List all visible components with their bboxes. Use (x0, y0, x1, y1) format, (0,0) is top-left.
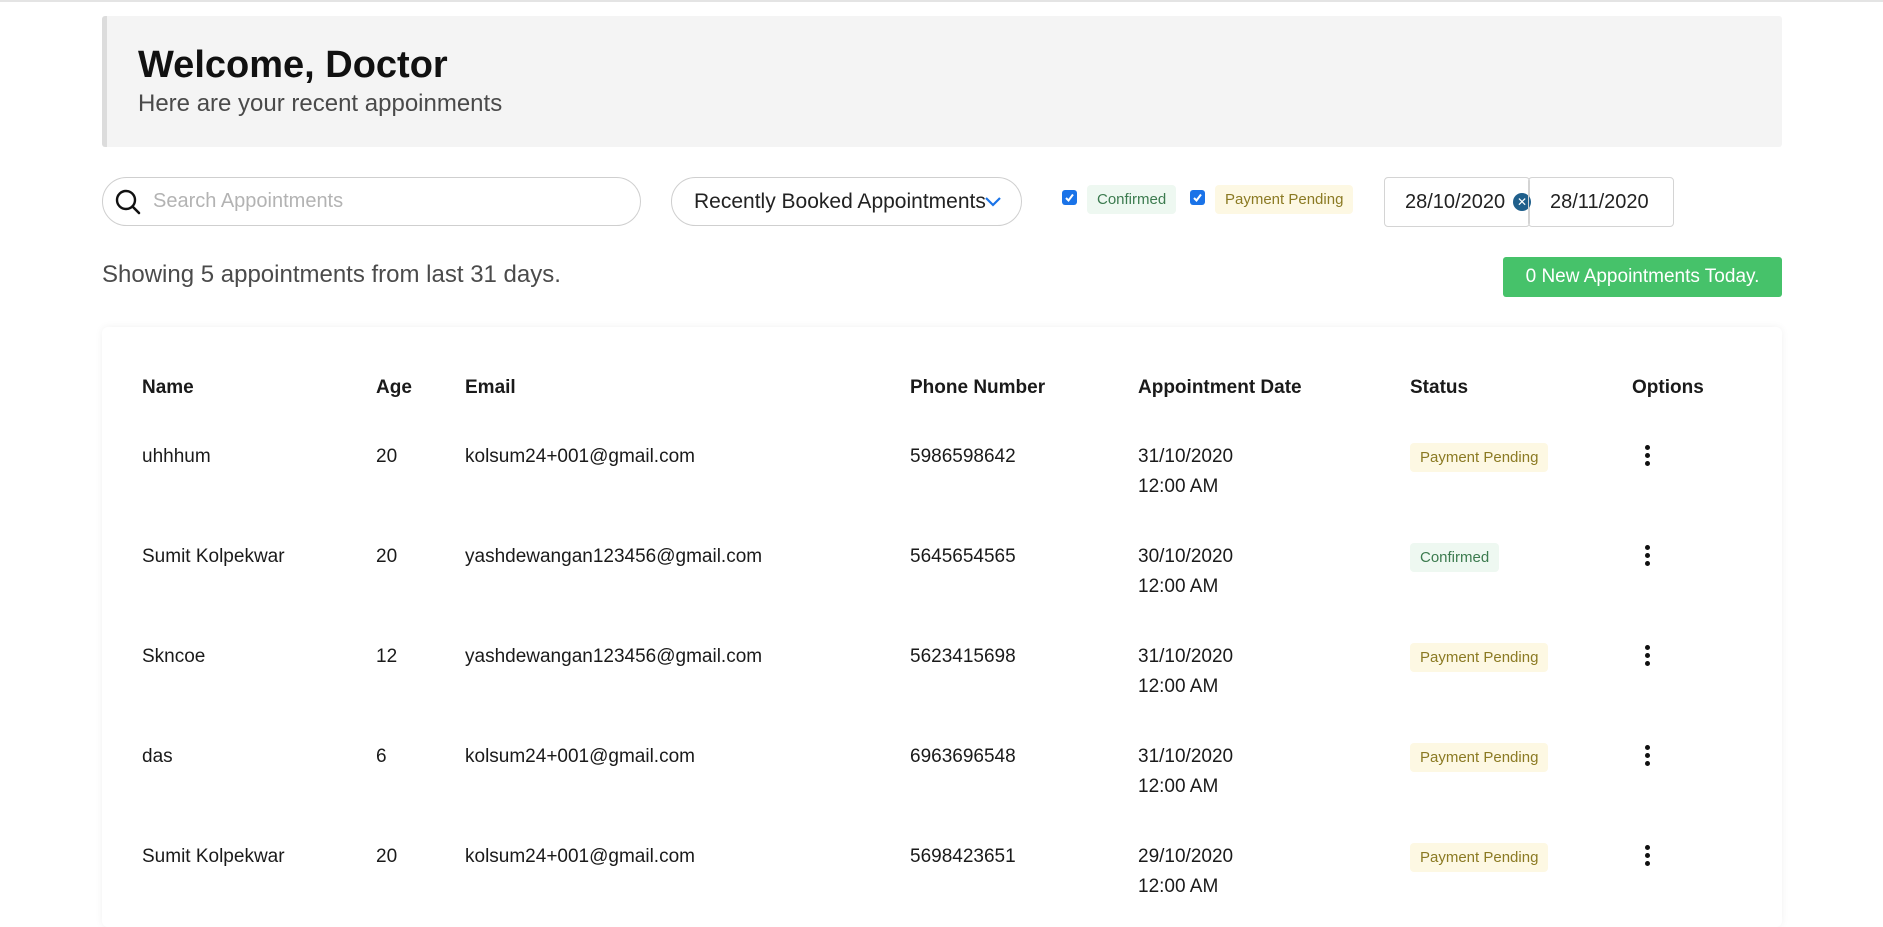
page-title: Welcome, Doctor (138, 44, 448, 86)
column-header-options: Options (1632, 377, 1704, 398)
cell-name: Skncoe (142, 646, 206, 667)
cell-name: Sumit Kolpekwar (142, 546, 285, 567)
cell-email: kolsum24+001@gmail.com (465, 446, 695, 467)
status-badge: Payment Pending (1410, 643, 1549, 672)
filter-confirmed[interactable]: Confirmed (1062, 185, 1177, 214)
cell-time: 12:00 AM (1138, 576, 1219, 597)
search-input[interactable] (151, 189, 615, 214)
row-options-icon[interactable] (1645, 745, 1651, 769)
filter-payment-pending[interactable]: Payment Pending (1190, 185, 1354, 214)
column-header-phone: Phone Number (910, 377, 1046, 398)
cell-phone: 5623415698 (910, 646, 1016, 667)
appointments-table: Name Age Email Phone Number Appointment … (102, 327, 1782, 927)
cell-date: 31/10/2020 (1138, 746, 1234, 767)
cell-email: kolsum24+001@gmail.com (465, 746, 695, 767)
row-options-icon[interactable] (1645, 545, 1651, 569)
row-options-icon[interactable] (1645, 445, 1651, 469)
cell-phone: 5698423651 (910, 846, 1016, 867)
cell-time: 12:00 AM (1138, 776, 1219, 797)
cell-age: 12 (376, 646, 398, 667)
search-icon (113, 187, 143, 217)
cell-time: 12:00 AM (1138, 676, 1219, 697)
page-subtitle: Here are your recent appoinments (138, 90, 503, 117)
status-badge: Confirmed (1410, 543, 1500, 572)
cell-age: 20 (376, 546, 398, 567)
column-header-age: Age (376, 377, 412, 398)
cell-age: 6 (376, 746, 387, 767)
confirmed-checkbox[interactable] (1062, 190, 1077, 205)
confirmed-filter-label: Confirmed (1087, 185, 1177, 214)
cell-email: kolsum24+001@gmail.com (465, 846, 695, 867)
cell-name: uhhhum (142, 446, 211, 467)
date-to-input[interactable]: 28/11/2020 (1528, 177, 1674, 227)
cell-date: 31/10/2020 (1138, 646, 1234, 667)
status-badge: Payment Pending (1410, 843, 1549, 872)
sort-select[interactable]: Recently Booked Appointments (671, 177, 1022, 226)
chevron-down-icon (983, 191, 1003, 217)
top-divider (0, 0, 1883, 2)
cell-phone: 5986598642 (910, 446, 1016, 467)
cell-phone: 5645654565 (910, 546, 1016, 567)
appointments-summary: Showing 5 appointments from last 31 days… (102, 261, 561, 288)
cell-name: Sumit Kolpekwar (142, 846, 285, 867)
cell-time: 12:00 AM (1138, 476, 1219, 497)
cell-email: yashdewangan123456@gmail.com (465, 546, 763, 567)
search-box[interactable] (102, 177, 641, 226)
row-options-icon[interactable] (1645, 845, 1651, 869)
welcome-banner: Welcome, Doctor Here are your recent app… (102, 16, 1782, 147)
date-to-value: 28/11/2020 (1550, 190, 1649, 213)
cell-date: 30/10/2020 (1138, 546, 1234, 567)
row-options-icon[interactable] (1645, 645, 1651, 669)
column-header-date: Appointment Date (1138, 377, 1302, 398)
column-header-email: Email (465, 377, 516, 398)
cell-age: 20 (376, 846, 398, 867)
date-from-value: 28/10/2020 (1405, 190, 1506, 213)
cell-name: das (142, 746, 173, 767)
status-badge: Payment Pending (1410, 743, 1549, 772)
dashboard: Welcome, Doctor Here are your recent app… (102, 16, 1782, 927)
column-header-status: Status (1410, 377, 1469, 398)
cell-time: 12:00 AM (1138, 876, 1219, 897)
status-badge: Payment Pending (1410, 443, 1549, 472)
cell-age: 20 (376, 446, 398, 467)
column-header-name: Name (142, 377, 194, 398)
filter-toolbar: Recently Booked Appointments Confirmed P… (102, 177, 1782, 229)
cell-date: 31/10/2020 (1138, 446, 1234, 467)
cell-date: 29/10/2020 (1138, 846, 1234, 867)
cell-phone: 6963696548 (910, 746, 1016, 767)
cell-email: yashdewangan123456@gmail.com (465, 646, 763, 667)
payment-pending-filter-label: Payment Pending (1215, 185, 1354, 214)
new-appointments-badge[interactable]: 0 New Appointments Today. (1503, 257, 1782, 297)
sort-select-value: Recently Booked Appointments (694, 189, 986, 213)
date-from-input[interactable]: 28/10/2020 ✕ (1384, 177, 1531, 227)
payment-pending-checkbox[interactable] (1190, 190, 1205, 205)
